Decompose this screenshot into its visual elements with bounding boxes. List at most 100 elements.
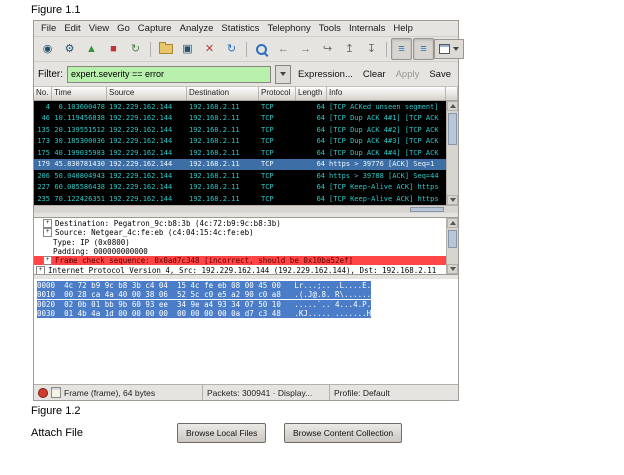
packet-time-cell: 30.185300036 [54, 137, 105, 146]
hscrollbar-handle[interactable] [410, 207, 444, 212]
column-header-protocol[interactable]: Protocol [259, 87, 296, 100]
menu-statistics[interactable]: Statistics [217, 22, 263, 35]
detail-row[interactable]: + Internet Protocol Version 4, Src: 192.2… [34, 265, 446, 274]
column-header-no[interactable]: No. [34, 87, 52, 100]
hex-row[interactable]: 0010 00 28 ca 4a 40 00 38 06 52 5c c0 e5… [37, 290, 455, 300]
start-capture-button[interactable]: ▲ [81, 38, 102, 60]
expert-info-icon[interactable] [38, 387, 48, 398]
expander-icon[interactable]: + [43, 219, 52, 229]
go-to-packet-button[interactable]: ↪ [317, 38, 338, 60]
packet-list-hscrollbar[interactable] [34, 205, 458, 213]
go-forward-button[interactable]: → [295, 38, 316, 60]
restart-capture-icon: ↻ [130, 42, 141, 55]
colorize-list-button[interactable]: ≡ [391, 38, 412, 60]
detail-row[interactable]: Padding: 000000000000 [34, 247, 446, 256]
packet-row[interactable]: 227 60.085586438 192.229.162.144 192.168.2.… [34, 182, 446, 194]
menu-view[interactable]: View [85, 22, 113, 35]
close-file-button[interactable]: ✕ [199, 38, 220, 60]
menu-help[interactable]: Help [389, 22, 417, 35]
hex-row[interactable]: 0020 02 0b 01 bb 9b 60 93 ee 34 9e a4 93… [37, 299, 455, 309]
details-scrollbar[interactable] [446, 218, 458, 274]
scrollbar-handle[interactable] [448, 113, 457, 145]
menu-file[interactable]: File [37, 22, 60, 35]
packet-info-cell: [TCP Dup ACK 4#4] [TCP ACK [329, 148, 439, 157]
menu-tools[interactable]: Tools [315, 22, 345, 35]
hex-row[interactable]: 0030 01 4b 4a 1d 00 00 00 00 00 00 00 00… [37, 308, 455, 318]
go-top-button[interactable]: ↥ [339, 38, 360, 60]
packet-source-cell: 192.229.162.144 [109, 102, 173, 111]
save-button[interactable]: Save [426, 67, 454, 82]
expander-icon[interactable]: + [43, 228, 52, 238]
scroll-down-icon[interactable] [447, 195, 458, 205]
apply-button[interactable]: Apply [393, 67, 423, 82]
status-frame-info: Frame (frame), 64 bytes [64, 387, 156, 398]
packet-row[interactable]: 175 40.199035983 192.229.162.144 192.168.2.… [34, 147, 446, 159]
column-header-length[interactable]: Length [296, 87, 327, 100]
open-file-button[interactable] [155, 38, 176, 60]
auto-scroll-button[interactable]: ≡ [413, 38, 434, 60]
find-packet-button[interactable] [251, 38, 272, 60]
packet-destination-cell: 192.168.2.11 [189, 148, 240, 157]
column-header-destination[interactable]: Destination [187, 87, 259, 100]
close-file-icon: ✕ [204, 42, 215, 55]
packet-row[interactable]: 135 20.139551512 192.229.162.144 192.168.2.… [34, 124, 446, 136]
packet-row[interactable]: 4 0.103600478 192.229.162.144 192.168.2.11 T… [34, 101, 446, 113]
packet-protocol-cell: TCP [261, 171, 274, 180]
expander-icon[interactable]: + [36, 265, 45, 274]
toolbar-dropdown-button[interactable] [434, 39, 464, 59]
column-header-time[interactable]: Time [52, 87, 107, 100]
filter-bar: Filter: Expression... Clear Apply Save [34, 62, 458, 87]
reload-button[interactable]: ↻ [221, 38, 242, 60]
browse-local-files-button[interactable]: Browse Local Files [177, 423, 267, 443]
hex-row[interactable]: 0000 4c 72 b9 9c b8 3b c4 04 15 4c fe eb… [37, 281, 455, 290]
scroll-down-icon[interactable] [447, 264, 458, 274]
go-bottom-button[interactable]: ↧ [361, 38, 382, 60]
clear-button[interactable]: Clear [360, 67, 389, 82]
menu-telephony[interactable]: Telephony [263, 22, 314, 35]
filter-dropdown-button[interactable] [275, 64, 291, 84]
scroll-up-icon[interactable] [447, 101, 458, 111]
packet-protocol-cell: TCP [261, 137, 274, 146]
open-file-icon [158, 42, 173, 54]
stop-capture-button[interactable]: ■ [103, 38, 124, 60]
capture-options-button[interactable]: ⚙ [59, 38, 80, 60]
figure-1-label: Figure 1.1 [31, 4, 81, 16]
list-interfaces-button[interactable]: ◉ [37, 38, 58, 60]
packet-no-cell: 135 [37, 125, 50, 134]
scrollbar-track[interactable] [447, 111, 458, 195]
scrollbar-handle[interactable] [448, 230, 457, 248]
expression-button[interactable]: Expression... [295, 67, 356, 82]
packet-list-scrollbar[interactable] [446, 101, 458, 205]
packet-row[interactable]: 179 45.830781430 192.229.162.144 192.168.2.… [34, 158, 446, 170]
detail-row[interactable]: + Frame check sequence: 0x0ad7c348 [incor… [34, 256, 446, 266]
detail-text: Internet Protocol Version 4, Src: 192.22… [48, 265, 437, 274]
packet-no-cell: 4 [45, 102, 50, 111]
filter-input[interactable] [67, 65, 272, 83]
browse-content-collection-button[interactable]: Browse Content Collection [284, 423, 403, 443]
save-file-button[interactable]: ▣ [177, 38, 198, 60]
hex-row-text: 0010 00 28 ca 4a 40 00 38 06 52 5c c0 e5… [37, 290, 372, 300]
packet-row[interactable]: 235 70.122426351 192.229.162.144 192.168.2.… [34, 193, 446, 205]
restart-capture-button[interactable]: ↻ [125, 38, 146, 60]
menu-internals[interactable]: Internals [345, 22, 389, 35]
column-header-info[interactable]: Info [327, 87, 446, 100]
menu-capture[interactable]: Capture [134, 22, 176, 35]
packet-protocol-cell: TCP [261, 194, 274, 203]
packet-no-cell: 175 [37, 148, 50, 157]
detail-row[interactable]: Type: IP (0x0800) [34, 238, 446, 247]
scrollbar-track[interactable] [447, 228, 458, 264]
menu-analyze[interactable]: Analyze [176, 22, 218, 35]
expander-icon[interactable]: + [43, 256, 52, 266]
detail-text: Frame check sequence: 0x0ad7c348 [incorr… [55, 256, 354, 266]
packet-row[interactable]: 206 50.040804943 192.229.162.144 192.168.2.… [34, 170, 446, 182]
capture-comment-icon[interactable] [51, 387, 61, 398]
packet-row[interactable]: 173 30.185300036 192.229.162.144 192.168.2.… [34, 136, 446, 148]
menu-edit[interactable]: Edit [60, 22, 84, 35]
detail-row[interactable]: + Destination: Pegatron_9c:b8:3b (4c:72:b… [34, 219, 446, 229]
menu-go[interactable]: Go [113, 22, 134, 35]
packet-row[interactable]: 46 10.119456838 192.229.162.144 192.168.2.1… [34, 113, 446, 125]
scroll-up-icon[interactable] [447, 218, 458, 228]
go-back-button[interactable]: ← [273, 38, 294, 60]
detail-row[interactable]: + Source: Netgear_4c:fe:eb (c4:04:15:4c:f… [34, 228, 446, 238]
column-header-source[interactable]: Source [107, 87, 187, 100]
